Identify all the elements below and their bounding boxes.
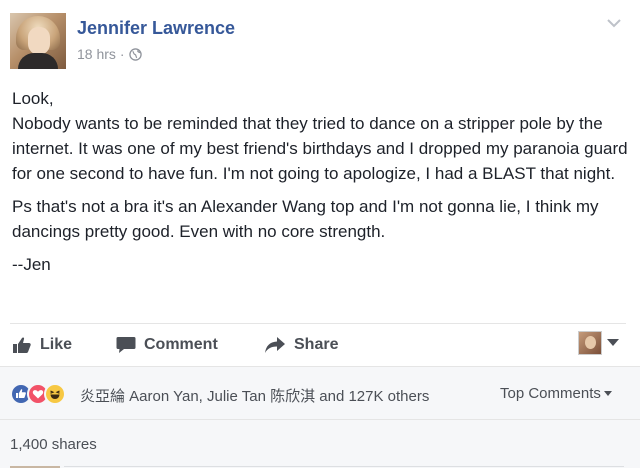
- post-options-chevron-icon[interactable]: [604, 16, 624, 30]
- reaction-as-chevron-icon[interactable]: [606, 337, 620, 347]
- post-body: Look, Nobody wants to be reminded that t…: [12, 86, 632, 285]
- comment-bubble-icon: [116, 337, 136, 353]
- share-button[interactable]: Share: [264, 334, 338, 356]
- post-paragraph-1: Look, Nobody wants to be reminded that t…: [12, 89, 628, 183]
- shares-bar: 1,400 shares: [0, 419, 640, 468]
- like-button[interactable]: Like: [12, 334, 72, 356]
- like-label: Like: [40, 336, 73, 353]
- facebook-post: Jennifer Lawrence 18 hrs · Look, Nobody …: [0, 0, 640, 468]
- haha-reaction-icon: [44, 383, 66, 405]
- action-divider: [10, 323, 626, 324]
- globe-icon: [128, 47, 142, 61]
- caret-down-icon: [603, 390, 612, 396]
- share-arrow-icon: [265, 337, 285, 353]
- post-paragraph-3: --Jen: [12, 255, 51, 274]
- viewer-avatar[interactable]: [578, 331, 602, 355]
- top-comments-label: Top Comments: [500, 385, 601, 402]
- author-name[interactable]: Jennifer Lawrence: [77, 18, 235, 39]
- top-comments-dropdown[interactable]: Top Comments: [500, 385, 612, 402]
- post-paragraph-2: Ps that's not a bra it's an Alexander Wa…: [12, 197, 599, 241]
- share-label: Share: [294, 336, 339, 353]
- comment-divider: [64, 466, 624, 467]
- reactions-summary-bar: 炎亞綸 Aaron Yan, Julie Tan 陈欣淇 and 127K ot…: [0, 366, 640, 419]
- comment-button[interactable]: Comment: [116, 334, 218, 356]
- post-timestamp[interactable]: 18 hrs: [77, 46, 116, 62]
- author-avatar[interactable]: [10, 13, 66, 69]
- reactors-summary[interactable]: 炎亞綸 Aaron Yan, Julie Tan 陈欣淇 and 127K ot…: [80, 385, 429, 406]
- thumbs-up-icon: [13, 337, 31, 353]
- shares-count[interactable]: 1,400 shares: [10, 436, 97, 453]
- meta-separator: ·: [119, 46, 125, 62]
- post-meta: 18 hrs ·: [77, 46, 142, 62]
- comment-label: Comment: [144, 336, 218, 353]
- reaction-icons[interactable]: [10, 383, 80, 405]
